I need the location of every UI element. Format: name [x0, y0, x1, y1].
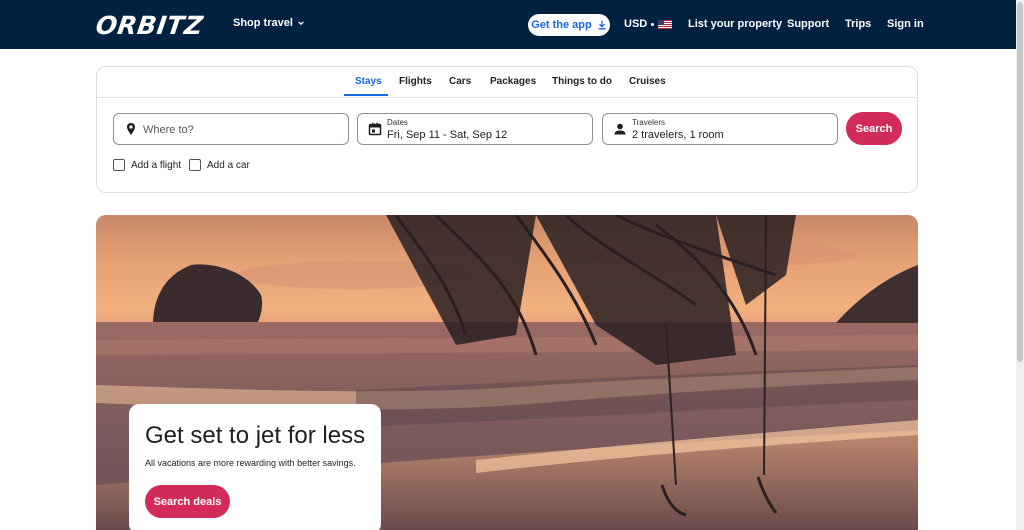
search-button[interactable]: Search: [846, 112, 902, 145]
hero-banner: Get set to jet for less All vacations ar…: [96, 215, 918, 530]
logo-text: ORBITZ: [93, 10, 206, 40]
currency-selector[interactable]: USD: [624, 18, 673, 30]
travelers-label: Travelers: [632, 118, 666, 127]
search-tabs: Stays Flights Cars Packages Things to do…: [97, 67, 917, 98]
chevron-down-icon: [298, 21, 304, 26]
orbitz-logo[interactable]: ORBITZ: [93, 10, 206, 40]
tab-flights[interactable]: Flights: [399, 76, 432, 87]
tab-cruises[interactable]: Cruises: [629, 76, 666, 87]
hero-promo-card: Get set to jet for less All vacations ar…: [129, 404, 381, 530]
get-the-app-button[interactable]: Get the app: [528, 14, 610, 36]
where-to-placeholder: Where to?: [143, 124, 194, 136]
add-car-checkbox[interactable]: Add a car: [189, 159, 250, 171]
scrollbar-thumb[interactable]: [1017, 2, 1023, 362]
checkbox-box[interactable]: [113, 159, 125, 171]
travelers-value: 2 travelers, 1 room: [632, 129, 724, 141]
dates-value: Fri, Sep 11 - Sat, Sep 12: [387, 129, 508, 141]
search-form-card: Stays Flights Cars Packages Things to do…: [96, 66, 918, 193]
shop-travel-label: Shop travel: [233, 17, 293, 29]
checkbox-box[interactable]: [189, 159, 201, 171]
support-link[interactable]: Support: [787, 18, 829, 30]
tab-stays[interactable]: Stays: [355, 76, 382, 87]
us-flag-icon: [658, 19, 673, 29]
top-navigation-bar: ORBITZ Shop travel Get the app USD List …: [0, 0, 1016, 49]
active-tab-indicator: [344, 94, 388, 96]
where-to-input[interactable]: Where to?: [113, 113, 349, 145]
add-flight-checkbox[interactable]: Add a flight: [113, 159, 181, 171]
tab-things-to-do[interactable]: Things to do: [552, 76, 612, 87]
shop-travel-menu[interactable]: Shop travel: [233, 17, 305, 29]
hero-subtitle: All vacations are more rewarding with be…: [145, 458, 356, 468]
add-flight-label: Add a flight: [131, 159, 182, 171]
add-car-label: Add a car: [207, 159, 250, 171]
trips-link[interactable]: Trips: [845, 18, 871, 30]
dates-input[interactable]: Dates Fri, Sep 11 - Sat, Sep 12: [357, 113, 593, 145]
separator-dot: [651, 22, 655, 26]
currency-label: USD: [624, 18, 648, 30]
sign-in-link[interactable]: Sign in: [887, 18, 924, 30]
location-pin-icon: [127, 123, 135, 135]
list-your-property-link[interactable]: List your property: [688, 18, 782, 30]
tab-packages[interactable]: Packages: [490, 76, 536, 87]
download-icon: [598, 21, 606, 30]
hero-title: Get set to jet for less: [145, 422, 366, 449]
scrollbar-track[interactable]: [1016, 0, 1024, 530]
calendar-icon: [368, 122, 382, 136]
dates-label: Dates: [387, 118, 408, 127]
search-deals-button[interactable]: Search deals: [145, 485, 230, 518]
tab-cars[interactable]: Cars: [449, 76, 471, 87]
travelers-input[interactable]: Travelers 2 travelers, 1 room: [602, 113, 838, 145]
get-app-label: Get the app: [531, 19, 592, 31]
person-icon: [614, 123, 626, 135]
